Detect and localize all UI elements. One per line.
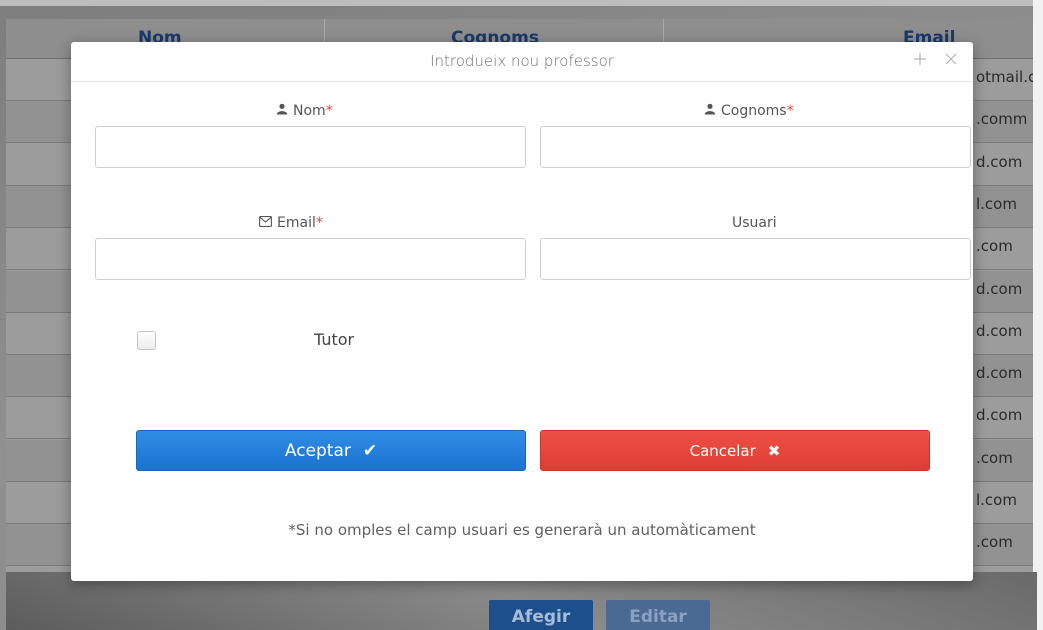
email-cell: d.com [976,364,1023,383]
edit-button[interactable]: Editar [606,600,710,630]
email-cell: .comm [976,110,1028,129]
new-teacher-modal: Introdueix nou professor Nom* Cognoms* E… [71,42,973,581]
required-mark: * [786,103,794,119]
usuari-label: Usuari [732,215,777,231]
tutor-checkbox[interactable] [137,331,156,350]
user-icon [704,103,716,119]
cognoms-label: Cognoms* [704,103,794,119]
cancel-button-label: Cancelar [689,441,756,460]
cognoms-input[interactable] [540,126,971,168]
email-label: Email* [259,215,323,231]
nom-label-text: Nom [293,103,326,119]
nom-label: Nom* [276,103,333,119]
email-cell: .com [976,237,1013,256]
plus-icon[interactable] [914,51,926,69]
check-icon: ✔ [362,440,378,461]
times-icon: ✖ [767,441,781,460]
modal-title: Introdueix nou professor [430,52,614,70]
required-mark: * [315,215,323,231]
required-mark: * [325,103,333,119]
email-cell: l.com [976,194,1017,213]
tutor-label: Tutor [314,330,355,349]
email-cell: .com [976,448,1013,467]
cancel-button[interactable]: Cancelar ✖ [540,430,930,471]
email-cell: .com [976,533,1013,552]
email-cell: d.com [976,406,1023,425]
add-button[interactable]: Afegir [489,600,593,630]
email-cell: d.com [976,279,1023,298]
email-cell: otmail.co [976,68,1037,86]
email-input[interactable] [95,238,526,280]
page-edge [1033,0,1043,630]
cognoms-label-text: Cognoms [721,103,787,119]
accept-button-label: Aceptar [284,440,351,461]
username-note: *Si no omples el camp usuari es generarà… [288,521,756,539]
email-cell: l.com [976,491,1017,509]
close-icon[interactable] [945,51,957,69]
envelope-icon [259,215,272,231]
usuari-input[interactable] [540,238,971,280]
user-icon [276,103,288,119]
top-bar [0,0,1043,6]
accept-button[interactable]: Aceptar ✔ [136,430,526,471]
email-cell: d.com [976,321,1023,340]
nom-input[interactable] [95,126,526,168]
email-cell: d.com [976,152,1023,171]
modal-header: Introdueix nou professor [71,42,973,82]
email-label-text: Email [277,215,316,231]
